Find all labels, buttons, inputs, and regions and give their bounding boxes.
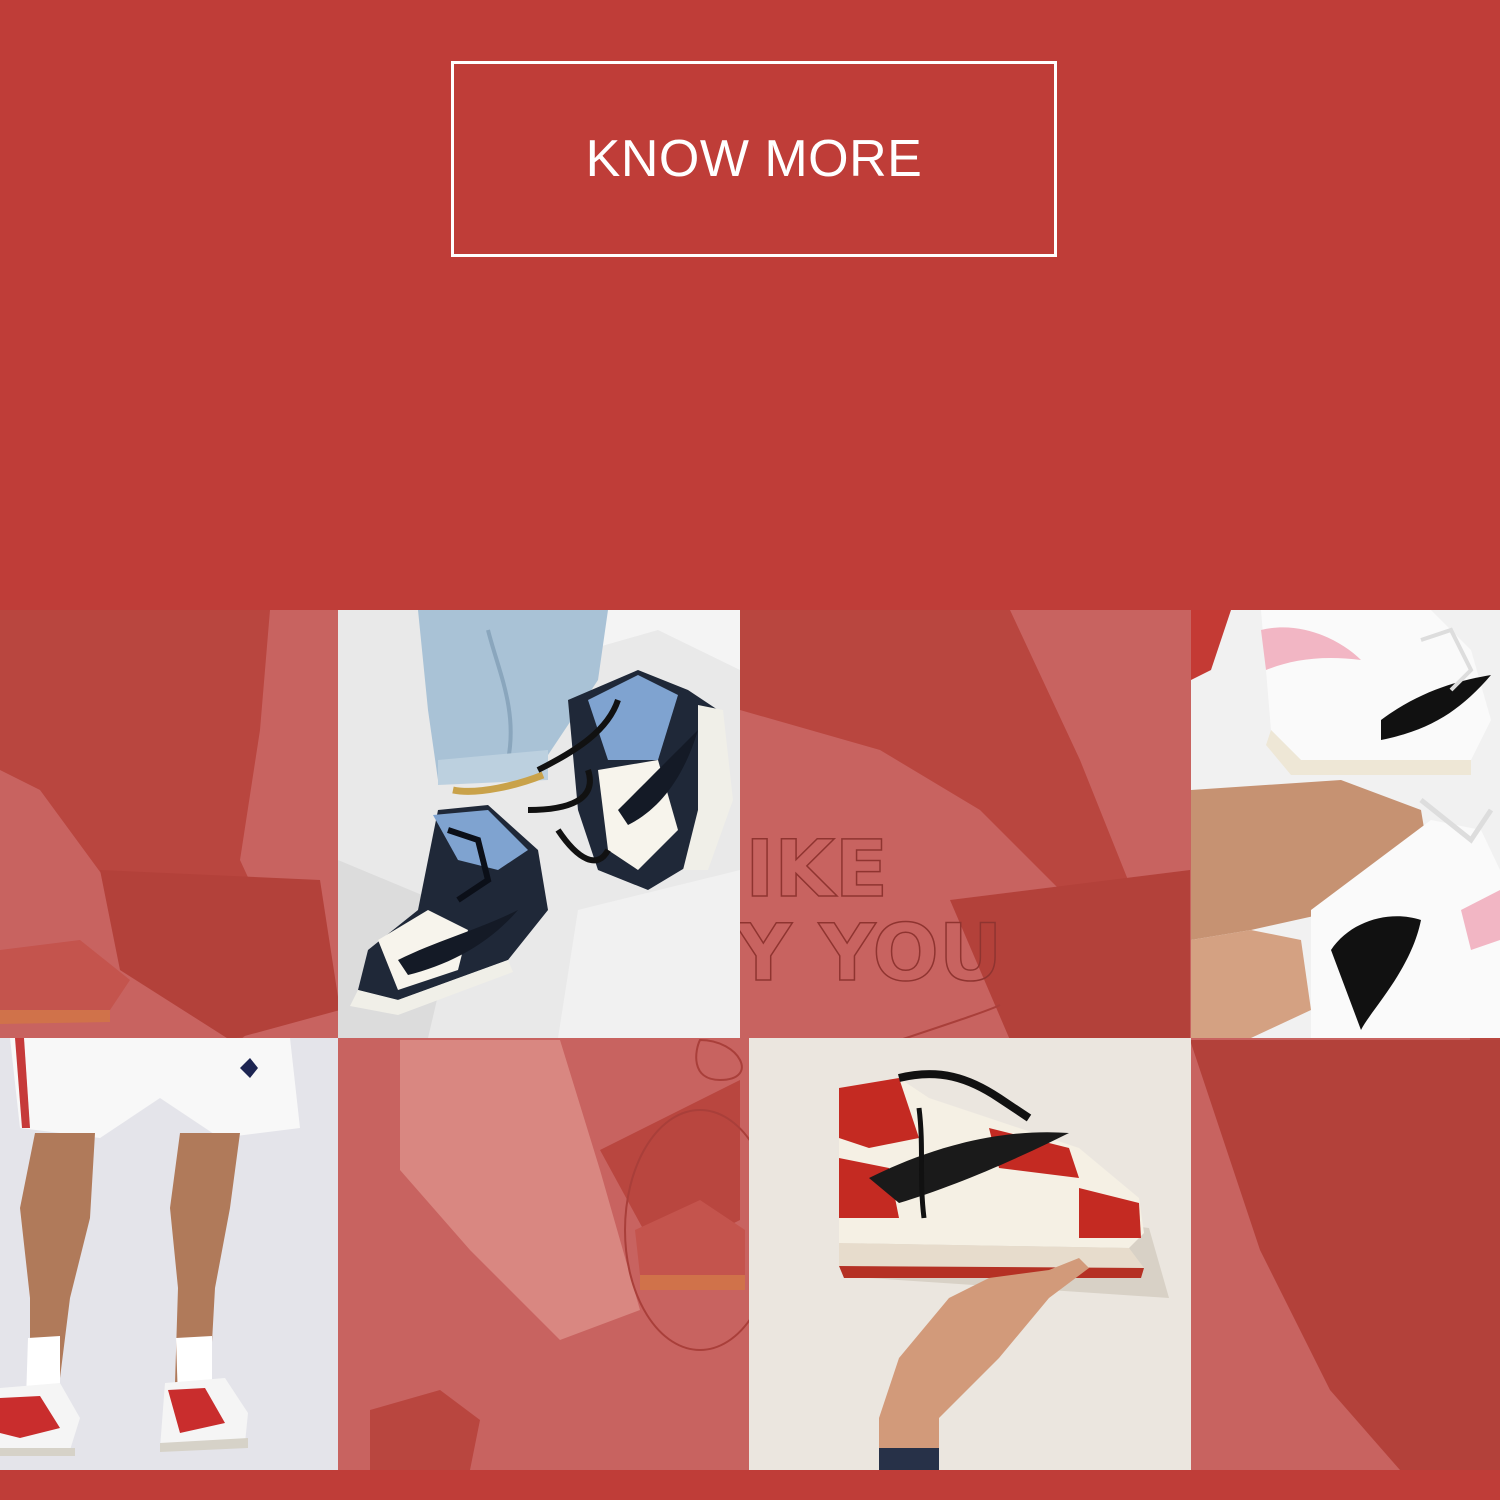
hero-section: KNOW MORE — [0, 0, 1500, 610]
collage-tile-white-pink-sneakers — [1191, 610, 1500, 1038]
know-more-button[interactable]: KNOW MORE — [451, 61, 1057, 257]
know-more-label: KNOW MORE — [585, 130, 923, 188]
bottom-strip — [0, 1470, 1500, 1500]
sneaker-collage: NIKE BY YOU — [0, 610, 1500, 1470]
white-pink-sneakers-photo — [1191, 610, 1500, 1038]
shorts-sneakers-photo — [0, 1038, 338, 1470]
collage-tile-red-sneaker — [749, 1038, 1191, 1470]
blue-sneakers-photo — [338, 610, 740, 1038]
collage-tile-blue-sneakers — [338, 610, 740, 1038]
collage-tile-shorts-sneakers — [0, 1038, 338, 1470]
red-sneaker-photo — [749, 1038, 1191, 1470]
